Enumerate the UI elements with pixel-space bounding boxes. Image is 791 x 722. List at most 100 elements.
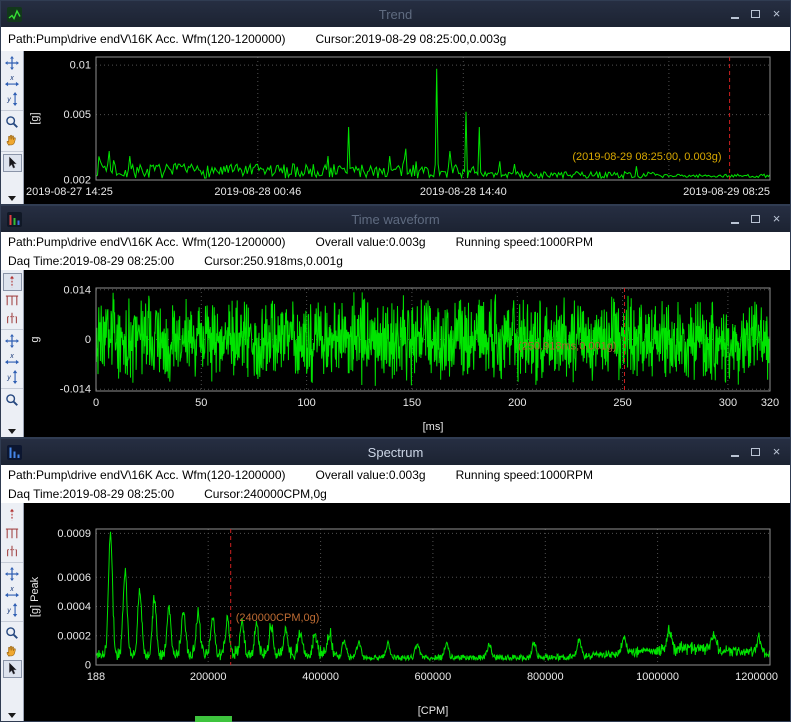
toolbar-expand-icon[interactable] <box>8 196 16 201</box>
spectrum-titlebar[interactable]: Spectrum × <box>1 439 790 465</box>
spectrum-window: Spectrum × Path:Pump\drive endV\16K Acc.… <box>0 438 791 722</box>
waveform-window-controls: × <box>727 212 784 226</box>
svg-text:188: 188 <box>87 671 105 683</box>
y-scale-button[interactable]: y <box>3 90 22 108</box>
svg-text:800000: 800000 <box>527 671 564 683</box>
waveform-body: xy (250.918ms,0.001g) -0.014 0 0.014 g 0 50 100… <box>1 270 790 437</box>
svg-text:0.002: 0.002 <box>63 174 91 186</box>
waveform-running-speed: Running speed:1000RPM <box>455 234 593 249</box>
spectrum-toolbar: xy <box>1 503 24 721</box>
single-cursor-button[interactable] <box>3 506 22 524</box>
svg-text:50: 50 <box>195 397 207 409</box>
minimize-button[interactable] <box>727 212 742 226</box>
svg-text:0.01: 0.01 <box>70 60 91 72</box>
zoom-button[interactable] <box>3 113 22 131</box>
pan-button[interactable] <box>3 54 22 72</box>
sideband-cursor-button[interactable] <box>3 309 22 327</box>
svg-text:0: 0 <box>85 660 91 672</box>
svg-text:300: 300 <box>719 397 737 409</box>
harmonic-cursor-button[interactable] <box>3 524 22 542</box>
minimize-icon <box>730 16 739 19</box>
minimize-button[interactable] <box>727 7 742 21</box>
x-scale-button[interactable]: x <box>3 350 22 368</box>
svg-text:2019-08-29 08:25: 2019-08-29 08:25 <box>683 186 770 198</box>
trend-window: Trend × Path:Pump\drive endV\16K Acc. Wf… <box>0 0 791 205</box>
minimize-icon <box>730 221 739 224</box>
svg-text:200000: 200000 <box>190 671 227 683</box>
svg-text:320: 320 <box>761 397 779 409</box>
svg-text:(240000CPM,0g): (240000CPM,0g) <box>236 612 320 624</box>
x-scale-button[interactable]: x <box>3 72 22 90</box>
trend-window-controls: × <box>727 7 784 21</box>
svg-text:y: y <box>6 375 11 382</box>
pointer-button[interactable] <box>2 154 22 172</box>
waveform-chart[interactable]: (250.918ms,0.001g)-0.01400.014g0 50 100 150… <box>24 270 790 437</box>
toolbar-group <box>1 504 23 563</box>
maximize-icon <box>751 10 760 18</box>
spectrum-chart-area: (240000CPM,0g) 0 0.0002 0.0004 0.0006 0.0009 [… <box>24 503 790 721</box>
spectrum-path-label: Path:Pump\drive endV\16K Acc. Wfm(120-12… <box>8 467 286 482</box>
close-button[interactable]: × <box>769 7 784 21</box>
toolbar-group: xy <box>1 52 23 111</box>
spectrum-body: xy (240000CPM,0g) 0 0.0002 0.0004 0.0006 0.00… <box>1 503 790 721</box>
svg-text:[g]: [g] <box>29 112 41 124</box>
svg-text:0: 0 <box>93 397 99 409</box>
svg-text:150: 150 <box>403 397 421 409</box>
trend-chart[interactable]: (2019-08-29 08:25:00, 0.003g) 0.002 0.005 0… <box>24 51 790 204</box>
y-scale-button[interactable]: y <box>3 368 22 386</box>
spectrum-chart[interactable]: (240000CPM,0g) 0 0.0002 0.0004 0.0006 0.0009 [… <box>24 503 790 721</box>
waveform-titlebar[interactable]: Time waveform × <box>1 206 790 232</box>
spectrum-window-title: Spectrum <box>367 444 424 460</box>
hand-button[interactable] <box>3 131 22 149</box>
spectrum-window-controls: × <box>727 445 784 459</box>
toolbar-group <box>1 622 23 680</box>
waveform-toolbar: xy <box>1 270 24 437</box>
toolbar-expand-icon[interactable] <box>8 713 16 718</box>
pointer-icon <box>9 662 17 675</box>
svg-text:200: 200 <box>508 397 526 409</box>
close-button[interactable]: × <box>769 445 784 459</box>
pan-button[interactable] <box>3 332 22 350</box>
trend-body: xy (2019-08-29 08:25:00, 0.003g) 0.002 0.0… <box>1 51 790 204</box>
trend-titlebar[interactable]: Trend × <box>1 1 790 27</box>
x-scale-icon: x <box>5 586 19 598</box>
minimize-button[interactable] <box>727 445 742 459</box>
waveform-window-title: Time waveform <box>351 211 440 227</box>
svg-text:(250.918ms,0.001g): (250.918ms,0.001g) <box>518 340 616 352</box>
x-scale-button[interactable]: x <box>3 583 22 601</box>
svg-text:[ms]: [ms] <box>423 421 444 433</box>
svg-text:2019-08-27 14:25: 2019-08-27 14:25 <box>26 186 113 198</box>
svg-text:0.014: 0.014 <box>63 284 91 296</box>
svg-text:-0.014: -0.014 <box>60 384 91 396</box>
pointer-button[interactable] <box>2 660 22 678</box>
maximize-button[interactable] <box>748 7 763 21</box>
harmonic-cursor-button[interactable] <box>3 291 22 309</box>
maximize-button[interactable] <box>748 445 763 459</box>
pan-icon <box>5 56 19 70</box>
svg-text:g: g <box>29 336 41 342</box>
y-scale-icon: y <box>6 603 18 617</box>
zoom-icon <box>6 627 18 639</box>
y-scale-icon: y <box>6 370 18 384</box>
trend-chart-area: (2019-08-29 08:25:00, 0.003g) 0.002 0.005 0… <box>24 51 790 204</box>
trend-info-bar: Path:Pump\drive endV\16K Acc. Wfm(120-12… <box>1 27 790 51</box>
close-button[interactable]: × <box>769 212 784 226</box>
zoom-button[interactable] <box>3 624 22 642</box>
svg-text:0.0002: 0.0002 <box>57 630 91 642</box>
hand-icon <box>6 134 16 147</box>
svg-text:2019-08-28 14:40: 2019-08-28 14:40 <box>420 186 507 198</box>
trend-chart-icon <box>7 6 22 22</box>
maximize-icon <box>751 448 760 456</box>
trend-window-title: Trend <box>378 6 413 22</box>
pan-button[interactable] <box>3 565 22 583</box>
y-scale-button[interactable]: y <box>3 601 22 619</box>
toolbar-expand-icon[interactable] <box>8 429 16 434</box>
zoom-button[interactable] <box>3 391 22 409</box>
maximize-button[interactable] <box>748 212 763 226</box>
single-cursor-button[interactable] <box>2 273 22 291</box>
sideband-cursor-button[interactable] <box>3 542 22 560</box>
x-scale-icon: x <box>5 353 19 365</box>
svg-text:x: x <box>9 353 14 360</box>
hand-button[interactable] <box>3 642 22 660</box>
svg-text:[CPM]: [CPM] <box>418 705 449 717</box>
